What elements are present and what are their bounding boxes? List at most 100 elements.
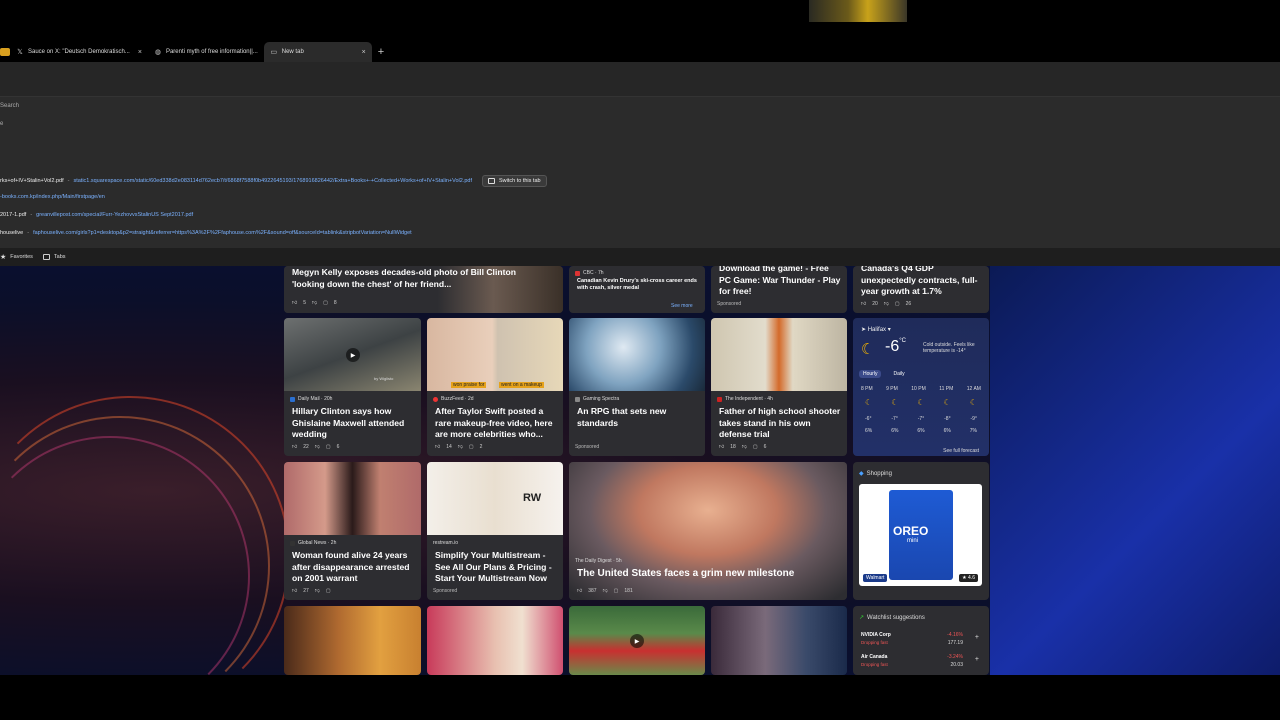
like-icon[interactable]: 👍︎ xyxy=(292,300,297,306)
search-sub-label: e xyxy=(0,121,4,127)
address-bar[interactable] xyxy=(0,62,1280,97)
watchlist-item-aircanada[interactable]: Air Canada Dropping fast -3.24% 20.03 + xyxy=(861,652,981,674)
gaming-spectra-logo-icon xyxy=(575,396,580,402)
close-icon[interactable]: × xyxy=(362,49,366,56)
news-card-row4-3[interactable]: ▶ xyxy=(569,606,705,675)
news-thumbnail xyxy=(284,462,421,535)
suggestion-url: -books.com.kp/index.php/Main/firstpage/e… xyxy=(0,194,105,200)
buzzfeed-logo-icon xyxy=(433,396,438,402)
comment-icon[interactable]: ▢ xyxy=(326,588,331,594)
like-count: 22 xyxy=(303,444,309,450)
tabs-button[interactable]: Tabs xyxy=(42,254,66,260)
like-count: 20 xyxy=(872,301,878,307)
comment-icon[interactable]: ▢ xyxy=(469,444,474,450)
weather-city[interactable]: ➤ Halifax ▾ xyxy=(861,326,891,333)
moon-cloud-icon: ☾ xyxy=(943,398,951,407)
like-icon[interactable]: 👍︎ xyxy=(861,301,866,307)
like-icon[interactable]: 👍︎ xyxy=(292,444,297,450)
news-card-shooter[interactable]: The Independent · 4h Father of high scho… xyxy=(711,318,847,456)
tab-hourly[interactable]: Hourly xyxy=(859,370,882,378)
sponsored-label: Sponsored xyxy=(717,301,742,307)
pinned-tab[interactable] xyxy=(0,42,10,62)
news-card-row4-2[interactable] xyxy=(427,606,563,675)
news-reactions: 👍︎ 387 👎︎ ▢ 181 xyxy=(577,588,633,594)
store-badge: Walmart xyxy=(863,574,888,582)
favorites-label: Favorites xyxy=(10,254,33,260)
tab-new-tab[interactable]: ▭ New tab × xyxy=(263,42,372,62)
news-source: Daily Mail · 20h xyxy=(290,396,332,402)
x-logo-icon: 𝕏 xyxy=(17,49,23,56)
like-count: 5 xyxy=(303,300,307,306)
restream-logo: RW xyxy=(523,492,542,504)
dislike-icon[interactable]: 👎︎ xyxy=(884,301,889,307)
independent-logo-icon xyxy=(717,396,722,402)
like-icon[interactable]: 👍︎ xyxy=(435,444,440,450)
weather-card[interactable]: ➤ Halifax ▾ ☾ -6°C Cold outside. Feels l… xyxy=(853,318,989,456)
news-card-trump[interactable]: The Daily Digest · 5h The United States … xyxy=(569,462,847,600)
tab-parenti[interactable]: ◍ Parenti myth of free information||... xyxy=(148,42,264,62)
ad-card-rpg[interactable]: Gaming Spectra An RPG that sets new stan… xyxy=(569,318,705,456)
comment-icon[interactable]: ▢ xyxy=(895,301,900,307)
suggestion-row[interactable]: -books.com.kp/index.php/Main/firstpage/e… xyxy=(0,194,105,200)
comment-icon[interactable]: ▢ xyxy=(614,588,619,594)
tab-icon xyxy=(488,178,495,184)
comment-icon[interactable]: ▢ xyxy=(326,444,331,450)
weather-tabs: Hourly Daily xyxy=(859,370,909,378)
dislike-icon[interactable]: 👎︎ xyxy=(312,300,317,306)
stock-trend: Dropping fast xyxy=(861,640,888,645)
dislike-icon[interactable]: 👎︎ xyxy=(603,588,608,594)
full-forecast-link[interactable]: See full forecast xyxy=(943,448,979,454)
product-image[interactable]: OREO mini Walmart ★ 4.6 xyxy=(859,484,982,586)
like-icon[interactable]: 👍︎ xyxy=(577,588,582,594)
background-right-glow xyxy=(990,266,1280,675)
like-icon[interactable]: 👍︎ xyxy=(292,588,297,594)
suggestion-row[interactable]: rks+of+IV+Stalin+Vol2.pdf - static1.squa… xyxy=(0,175,547,187)
news-card-hillary[interactable]: ▶ by Wiglisto Daily Mail · 20h Hillary C… xyxy=(284,318,421,456)
tabs-icon xyxy=(42,254,50,260)
news-card-cbc[interactable]: CBC · 7h Canadian Kevin Drury's ski-cros… xyxy=(569,266,705,313)
news-reactions: 👍︎ 27 👎︎ ▢ xyxy=(292,588,331,594)
dislike-icon[interactable]: 👎︎ xyxy=(458,444,463,450)
stock-price: 177.19 xyxy=(947,640,963,646)
dislike-icon[interactable]: 👎︎ xyxy=(742,444,747,450)
suggestion-row[interactable]: 2017-1.pdf - greanvillepost.com/special/… xyxy=(0,212,193,218)
favorites-button[interactable]: ★ Favorites xyxy=(0,253,33,261)
like-icon[interactable]: 👍︎ xyxy=(719,444,724,450)
comment-count: 26 xyxy=(905,301,912,307)
close-icon[interactable]: × xyxy=(138,49,142,56)
ad-card-war-thunder[interactable]: Download the game! - Free PC Game: War T… xyxy=(711,266,847,313)
news-card-row4-1[interactable] xyxy=(284,606,421,675)
switch-to-tab-button[interactable]: Switch to this tab xyxy=(482,175,547,187)
watchlist-item-nvidia[interactable]: NVIDIA Corp Dropping fast -4.16% 177.19 … xyxy=(861,630,981,652)
see-more-link[interactable]: See more xyxy=(671,303,693,309)
play-icon[interactable]: ▶ xyxy=(346,348,360,362)
comment-icon[interactable]: ▢ xyxy=(323,300,328,306)
tab-sauce-on-x[interactable]: 𝕏 Sauce on X: "Deutsch Demokratisch... × xyxy=(10,42,148,62)
tabs-label: Tabs xyxy=(53,254,66,260)
news-card-row4-4[interactable] xyxy=(711,606,847,675)
comment-icon[interactable]: ▢ xyxy=(753,444,758,450)
dislike-icon[interactable]: 👎︎ xyxy=(315,444,320,450)
dislike-icon[interactable]: 👎︎ xyxy=(315,588,320,594)
ad-thumbnail xyxy=(427,462,563,535)
news-card-taylor[interactable]: won praise for went on a makeup BuzzFeed… xyxy=(427,318,563,456)
news-title: Hillary Clinton says how Ghislaine Maxwe… xyxy=(292,406,405,440)
watchlist-header: ↗ Watchlist suggestions xyxy=(859,614,925,622)
news-card-woman-found[interactable]: Global News · 2h Woman found alive 24 ye… xyxy=(284,462,421,600)
add-stock-icon[interactable]: + xyxy=(975,634,979,641)
product-brand: OREO xyxy=(893,524,929,538)
stock-change: -4.16% xyxy=(947,632,963,638)
news-source: CBC · 7h xyxy=(575,270,604,276)
news-card-gdp[interactable]: Canada's Q4 GDP unexpectedly contracts, … xyxy=(853,266,989,313)
watchlist-card[interactable]: ↗ Watchlist suggestions NVIDIA Corp Dropp… xyxy=(853,606,989,675)
ad-card-restream[interactable]: RW restream.io Simplify Your Multistream… xyxy=(427,462,563,600)
bottom-black-bar xyxy=(0,675,1280,720)
add-stock-icon[interactable]: + xyxy=(975,656,979,663)
new-tab-button[interactable]: + xyxy=(378,46,384,58)
globalnews-logo-icon xyxy=(290,540,295,546)
play-icon[interactable]: ▶ xyxy=(630,634,644,648)
shopping-card[interactable]: ◆ Shopping OREO mini Walmart ★ 4.6 xyxy=(853,462,989,600)
news-card-megyn[interactable]: Megyn Kelly exposes decades-old photo of… xyxy=(284,266,563,313)
tab-daily[interactable]: Daily xyxy=(889,370,908,378)
suggestion-row[interactable]: houselive - faphouselive.com/girls?p1=de… xyxy=(0,230,412,236)
